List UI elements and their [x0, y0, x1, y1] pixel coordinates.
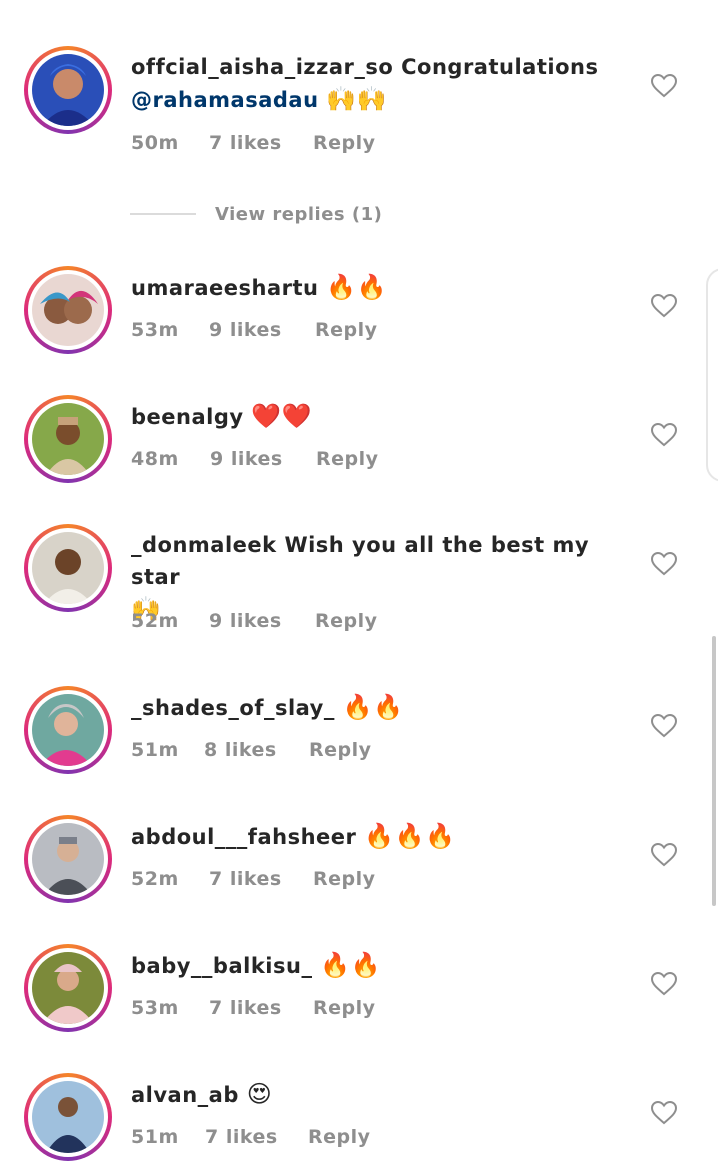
comment-time: 52m	[131, 868, 179, 890]
scrollbar[interactable]	[712, 636, 716, 906]
comment-username[interactable]: umaraeeshartu	[131, 276, 318, 300]
comment-mention[interactable]: @rahamasadau	[131, 88, 319, 112]
comment-time: 53m	[131, 997, 179, 1019]
comment-text: beenalgy ❤️❤️	[131, 400, 611, 433]
comment-emoji: 🔥🔥	[320, 951, 382, 979]
comment-username[interactable]: offcial_aisha_izzar_so	[131, 55, 393, 79]
comment-emoji: ❤️❤️	[251, 402, 313, 430]
heart-outline-icon[interactable]	[651, 294, 677, 318]
comment-meta: 48m 9 likes Reply	[131, 448, 379, 470]
comment-meta: 50m 7 likes Reply	[131, 132, 376, 154]
reply-button[interactable]: Reply	[313, 132, 376, 154]
comment-likes[interactable]: 7 likes	[209, 132, 313, 154]
reply-button[interactable]: Reply	[315, 319, 378, 341]
comment-text: baby__balkisu_ 🔥🔥	[131, 949, 611, 982]
comment-text: alvan_ab 😍	[131, 1078, 611, 1111]
view-replies-button[interactable]: View replies (1)	[130, 198, 382, 230]
heart-outline-icon[interactable]	[651, 843, 677, 867]
heart-outline-icon[interactable]	[651, 423, 677, 447]
comment-likes[interactable]: 8 likes	[204, 739, 309, 761]
heart-outline-icon[interactable]	[651, 714, 677, 738]
comment-username[interactable]: beenalgy	[131, 405, 244, 429]
comment-username[interactable]: alvan_ab	[131, 1083, 239, 1107]
comment-emoji: 🙌🙌	[326, 85, 388, 113]
comment-body: Congratulations	[401, 55, 599, 79]
comment-time: 50m	[131, 132, 179, 154]
view-replies-label: View replies (1)	[215, 203, 383, 225]
comment-username[interactable]: baby__balkisu_	[131, 954, 312, 978]
comment-username[interactable]: abdoul___fahsheer	[131, 825, 356, 849]
comment-meta: 53m 9 likes Reply	[131, 319, 378, 341]
reply-button[interactable]: Reply	[309, 739, 372, 761]
avatar[interactable]	[24, 944, 112, 1032]
comment-time: 51m	[131, 1126, 179, 1148]
comment-time: 53m	[131, 319, 179, 341]
comment-likes[interactable]: 7 likes	[205, 1126, 308, 1148]
comment-meta: 53m 7 likes Reply	[131, 997, 376, 1019]
comment-meta: 52m 9 likes Reply	[131, 610, 378, 632]
avatar[interactable]	[24, 266, 112, 354]
comment-text: offcial_aisha_izzar_so Congratulations @…	[131, 51, 611, 116]
heart-outline-icon[interactable]	[651, 74, 677, 98]
heart-outline-icon[interactable]	[651, 1101, 677, 1125]
comment-emoji: 🔥🔥	[342, 693, 404, 721]
comment-emoji: 🔥🔥🔥	[364, 822, 456, 850]
avatar[interactable]	[24, 524, 112, 612]
comment-likes[interactable]: 7 likes	[209, 868, 313, 890]
reply-button[interactable]: Reply	[313, 868, 376, 890]
reply-button[interactable]: Reply	[316, 448, 379, 470]
comment-text: umaraeeshartu 🔥🔥	[131, 271, 611, 304]
comment-meta: 51m 8 likes Reply	[131, 739, 372, 761]
comment-username[interactable]: _donmaleek	[131, 533, 277, 557]
comment-text: _shades_of_slay_ 🔥🔥	[131, 691, 611, 724]
comment-time: 52m	[131, 610, 179, 632]
comment-likes[interactable]: 7 likes	[209, 997, 313, 1019]
comment-emoji: 😍	[246, 1080, 273, 1108]
heart-outline-icon[interactable]	[651, 972, 677, 996]
comment-meta: 51m 7 likes Reply	[131, 1126, 371, 1148]
comment-emoji: 🔥🔥	[326, 273, 388, 301]
heart-outline-icon[interactable]	[651, 552, 677, 576]
comment-likes[interactable]: 9 likes	[210, 448, 316, 470]
comment-username[interactable]: _shades_of_slay_	[131, 696, 335, 720]
comment-text: abdoul___fahsheer 🔥🔥🔥	[131, 820, 611, 853]
reply-button[interactable]: Reply	[313, 997, 376, 1019]
avatar[interactable]	[24, 46, 112, 134]
avatar[interactable]	[24, 815, 112, 903]
reply-button[interactable]: Reply	[315, 610, 378, 632]
avatar[interactable]	[24, 395, 112, 483]
comment-likes[interactable]: 9 likes	[209, 610, 315, 632]
comment-likes[interactable]: 9 likes	[209, 319, 315, 341]
avatar[interactable]	[24, 686, 112, 774]
comment-time: 51m	[131, 739, 179, 761]
edge-panel[interactable]	[706, 268, 718, 482]
comment-meta: 52m 7 likes Reply	[131, 868, 376, 890]
comment-time: 48m	[131, 448, 179, 470]
divider	[130, 213, 196, 215]
avatar[interactable]	[24, 1073, 112, 1161]
reply-button[interactable]: Reply	[308, 1126, 371, 1148]
